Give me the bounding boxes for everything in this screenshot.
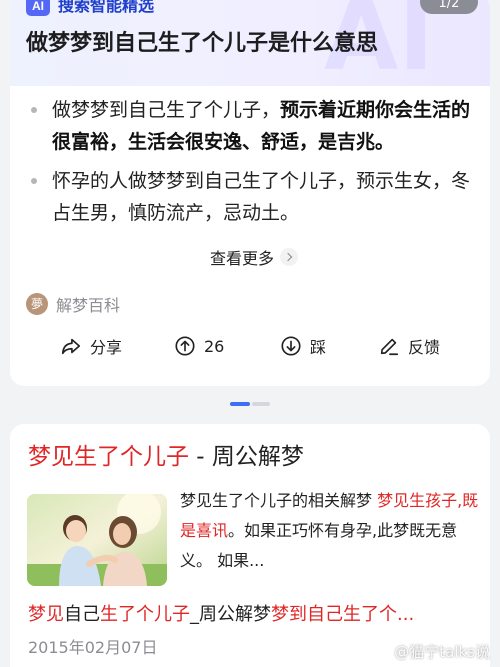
source-attribution[interactable]: 夢 解梦百科	[26, 292, 120, 316]
ai-summary-card: AI AI 搜索智能精选 1/2 做梦梦到自己生了个儿子是什么意思 做梦梦到自己…	[10, 0, 490, 386]
view-more-button[interactable]: 查看更多	[210, 243, 299, 271]
related-part: 自己	[64, 604, 100, 625]
result-title-site: - 周公解梦	[189, 444, 304, 470]
downvote-button[interactable]: 踩	[280, 328, 326, 364]
action-bar: 分享 26 踩 反馈	[10, 328, 490, 364]
pencil-icon	[380, 338, 399, 356]
bullet-text: 做梦梦到自己生了个儿子，	[52, 99, 281, 121]
arrow-down-circle-icon	[281, 336, 301, 356]
ai-summary-header: AI AI 搜索智能精选 1/2 做梦梦到自己生了个儿子是什么意思	[10, 0, 490, 86]
source-name: 解梦百科	[56, 296, 121, 315]
summary-bullet: 做梦梦到自己生了个儿子，预示着近期你会生活的很富裕，生活会很安逸、舒适，是吉兆。	[26, 94, 478, 158]
view-more-label: 查看更多	[210, 249, 275, 268]
result-title-keyword: 梦见生了个儿子	[28, 444, 189, 470]
downvote-label: 踩	[310, 338, 327, 357]
result-title[interactable]: 梦见生了个儿子 - 周公解梦	[28, 441, 304, 473]
related-part: 生了个儿子	[100, 604, 190, 625]
share-icon	[61, 338, 81, 355]
source-avatar: 夢	[26, 293, 48, 315]
bullet-text: 怀孕的人做梦梦到自己生了个儿子，预示生女，冬占生男，慎防流产，忌动土。	[52, 170, 471, 224]
carousel-dot	[252, 402, 270, 406]
arrow-up-circle-icon	[175, 336, 195, 356]
summary-bullets: 做梦梦到自己生了个儿子，预示着近期你会生活的很富裕，生活会很安逸、舒适，是吉兆。…	[26, 94, 478, 236]
result-thumbnail[interactable]	[27, 494, 167, 586]
share-label: 分享	[90, 338, 123, 357]
snippet-text: 梦见生了个儿子的相关解梦	[180, 491, 378, 510]
search-result-card[interactable]: 梦见生了个儿子 - 周公解梦 梦见生了个儿子的相关解梦 梦见生孩子,既是喜讯。如…	[10, 424, 490, 667]
upvote-button[interactable]: 26	[174, 328, 224, 364]
chevron-right-icon	[280, 248, 299, 266]
page-indicator: 1/2	[420, 0, 478, 14]
result-date: 2015年02月07日	[28, 638, 158, 657]
result-snippet: 梦见生了个儿子的相关解梦 梦见生孩子,既是喜讯。如果正巧怀有身孕,此梦既无意义。…	[180, 486, 480, 576]
ai-logo-icon: AI	[26, 0, 50, 16]
related-part: 梦见	[28, 604, 64, 625]
share-button[interactable]: 分享	[60, 328, 122, 364]
upvote-count: 26	[204, 336, 225, 356]
summary-title[interactable]: 做梦梦到自己生了个儿子是什么意思	[26, 26, 378, 62]
ai-source-label: 搜索智能精选	[58, 0, 155, 15]
related-result-link[interactable]: 梦见自己生了个儿子_周公解梦梦到自己生了个...	[28, 600, 414, 630]
carousel-indicator	[230, 402, 270, 406]
summary-bullet: 怀孕的人做梦梦到自己生了个儿子，预示生女，冬占生男，慎防流产，忌动土。	[26, 165, 478, 229]
feedback-label: 反馈	[408, 338, 441, 357]
feedback-button[interactable]: 反馈	[378, 328, 440, 364]
watermark-text: @猫宁talks说	[394, 643, 490, 661]
related-part: 梦到自己生了个...	[271, 604, 415, 625]
carousel-dot-active	[230, 402, 250, 406]
related-part: _周公解梦	[190, 604, 271, 625]
